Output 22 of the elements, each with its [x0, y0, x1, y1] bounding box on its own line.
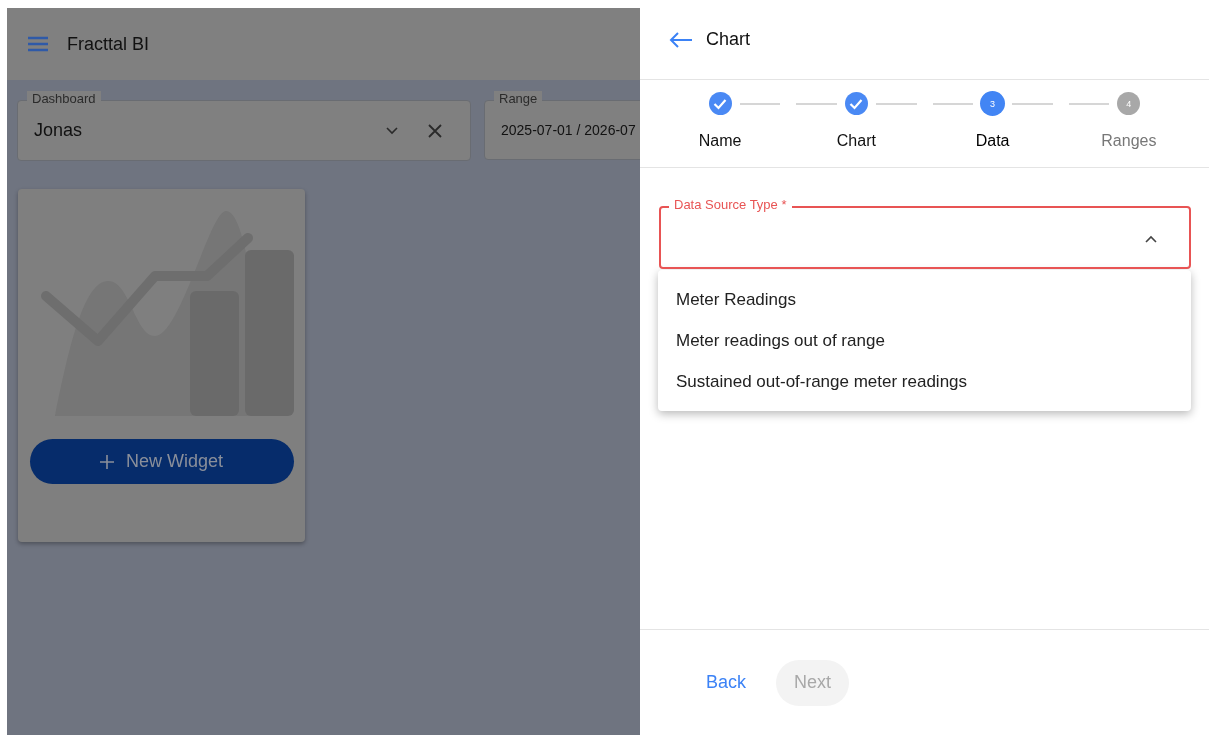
step-label: Data: [975, 132, 1010, 150]
chevron-down-icon[interactable]: [386, 126, 398, 135]
field-label: Data Source Type *: [669, 197, 792, 213]
field-value: 2025-07-01 / 2026-07: [501, 122, 637, 138]
back-arrow-icon[interactable]: [669, 31, 693, 48]
step-label: Ranges: [1101, 132, 1157, 150]
step-number: 3: [981, 92, 1005, 115]
step-label: Name: [698, 132, 742, 150]
field-label: Range: [494, 91, 543, 107]
caret-icon: [1145, 234, 1157, 243]
step-number: 4: [1117, 92, 1141, 115]
step-label: Chart: [836, 132, 876, 150]
panel-title: Chart: [706, 29, 750, 50]
menu-item[interactable]: Sustained out-of-range meter readings: [658, 361, 1191, 402]
menu-item[interactable]: Meter Readings: [658, 279, 1191, 320]
app-title: Fracttal BI: [67, 33, 150, 55]
plus-icon: [100, 454, 114, 469]
back-button[interactable]: Back: [688, 659, 765, 706]
new-widget-button[interactable]: New Widget: [29, 439, 294, 484]
menu-item[interactable]: Meter readings out of range: [658, 320, 1191, 361]
field-value: Jonas: [34, 120, 84, 141]
close-icon[interactable]: [428, 123, 442, 138]
